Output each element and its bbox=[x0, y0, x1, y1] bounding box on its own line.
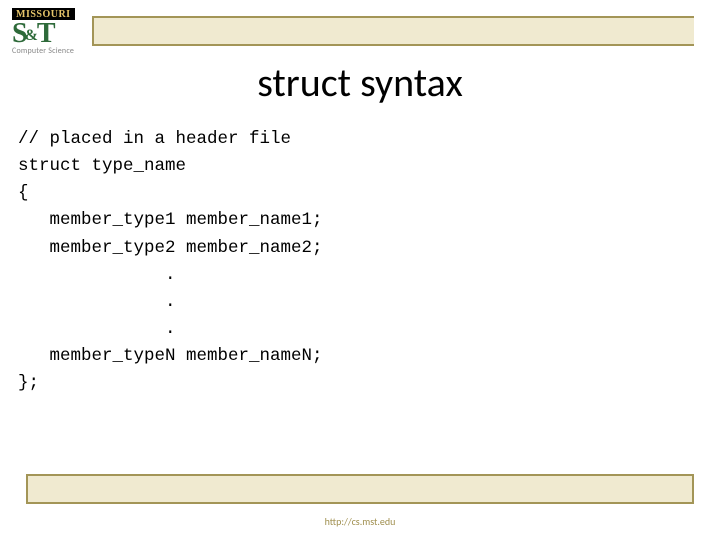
footer-url: http://cs.mst.edu bbox=[0, 515, 720, 528]
header-bar bbox=[92, 16, 694, 46]
footer-bar bbox=[26, 474, 694, 504]
code-line: struct type_name bbox=[18, 156, 186, 176]
logo-s-letter: S bbox=[12, 20, 26, 48]
code-line: . bbox=[18, 319, 176, 339]
code-line: }; bbox=[18, 373, 39, 393]
code-line: . bbox=[18, 292, 176, 312]
slide-title: struct syntax bbox=[0, 58, 720, 107]
code-line: . bbox=[18, 265, 176, 285]
code-line: { bbox=[18, 183, 29, 203]
code-line: member_type2 member_name2; bbox=[18, 238, 323, 258]
code-line: // placed in a header file bbox=[18, 129, 291, 149]
logo-ampersand: & bbox=[25, 28, 38, 44]
code-line: member_type1 member_name1; bbox=[18, 210, 323, 230]
university-logo: MISSOURI S & T Computer Science bbox=[12, 8, 75, 56]
logo-st: S & T bbox=[12, 20, 55, 48]
code-block: // placed in a header file struct type_n… bbox=[18, 126, 702, 397]
code-line: member_typeN member_nameN; bbox=[18, 346, 323, 366]
slide: MISSOURI S & T Computer Science struct s… bbox=[0, 0, 720, 540]
logo-subtitle: Computer Science bbox=[12, 46, 74, 56]
logo-t-letter: T bbox=[37, 20, 55, 48]
